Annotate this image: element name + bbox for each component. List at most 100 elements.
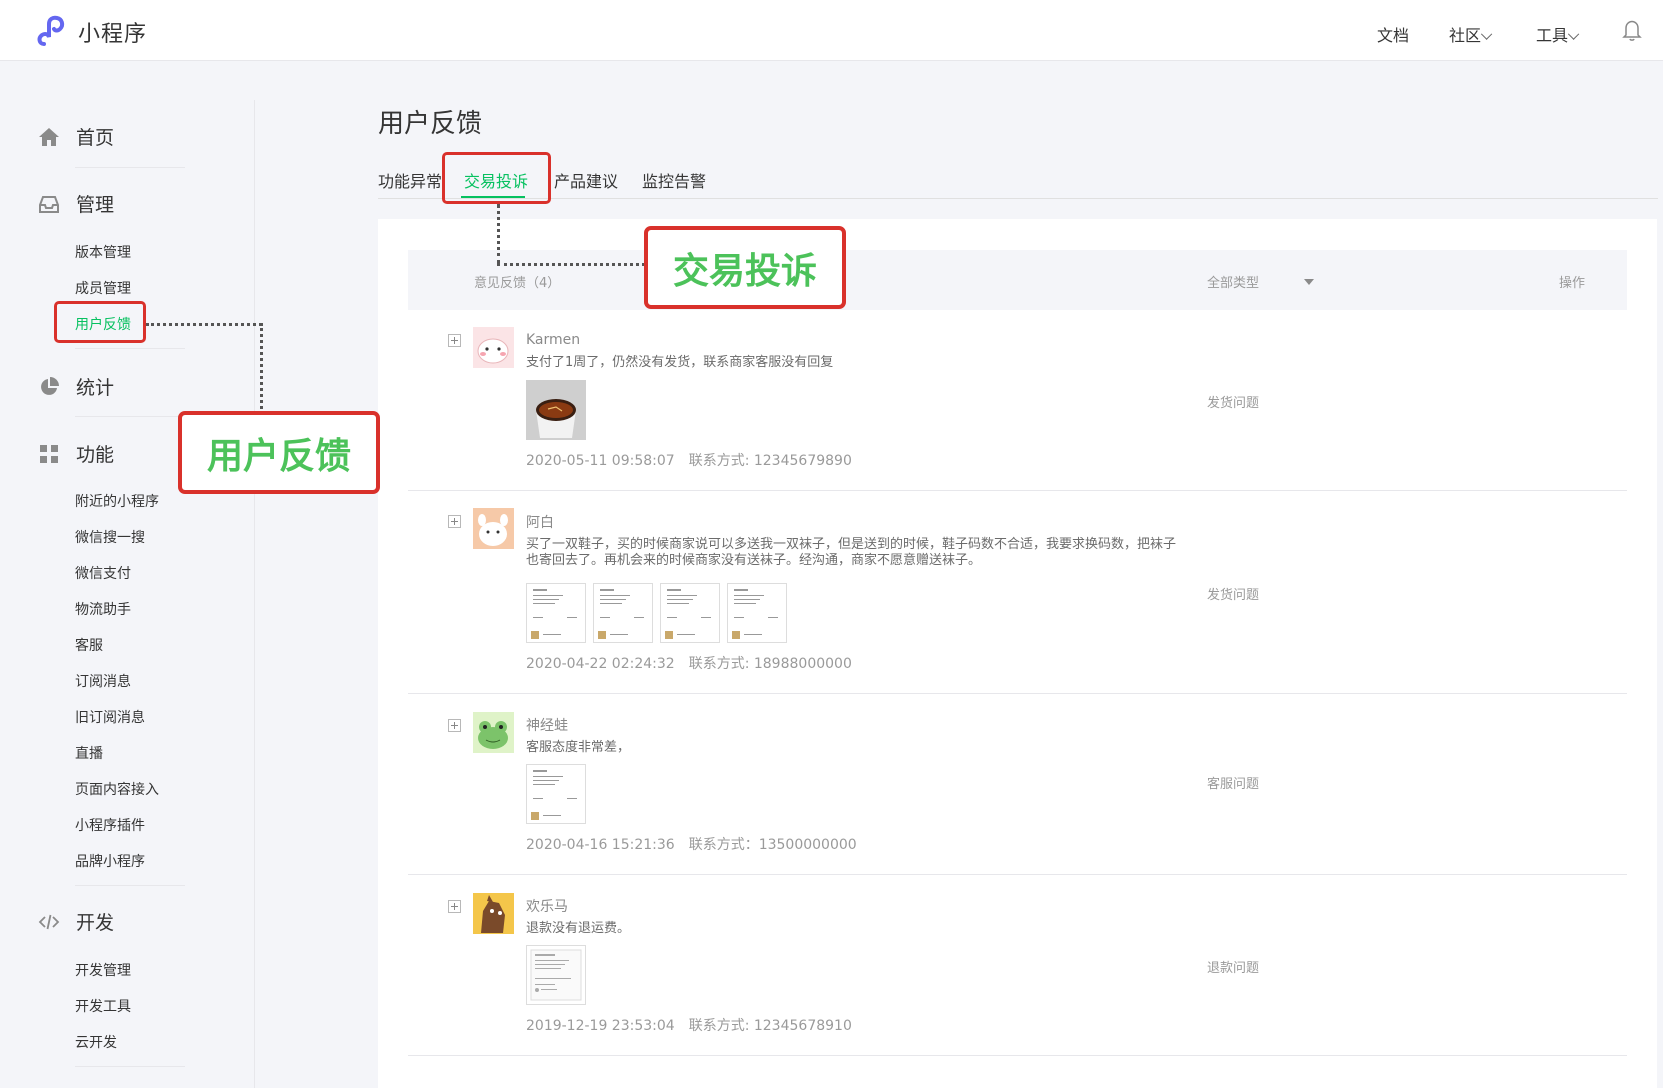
divider — [75, 167, 185, 168]
sidebar-item-home[interactable]: 首页 — [38, 123, 114, 150]
expand-icon[interactable] — [448, 719, 461, 732]
tea-photo-thumbnail[interactable] — [526, 380, 586, 440]
document-image — [732, 589, 778, 639]
nav-community[interactable]: 社区 — [1449, 22, 1493, 46]
callout-connector — [260, 323, 263, 409]
feedback-contact: 联系方式：13500000000 — [688, 837, 857, 853]
callout-highlight-tab — [442, 152, 551, 204]
feedback-contact: 联系方式: 12345678910 — [688, 1018, 852, 1034]
feedback-content: 客服态度非常差， — [526, 740, 631, 755]
page-title: 用户反馈 — [378, 109, 483, 139]
feedback-type: 退款问题 — [1207, 961, 1260, 976]
document-image — [531, 770, 577, 820]
sidebar-item-features[interactable]: 功能 — [38, 440, 114, 467]
chevron-down-icon — [1480, 28, 1493, 40]
row-divider — [408, 874, 1627, 875]
chevron-down-icon — [1567, 28, 1580, 40]
feedback-content: 买了一双鞋子，买的时候商家说可以多送我一双袜子，但是送到的时候，鞋子码数不合适，… — [526, 537, 1177, 568]
sidebar-item-dev-manage[interactable]: 开发管理 — [75, 960, 131, 980]
sidebar-item-cloud[interactable]: 云开发 — [75, 1032, 117, 1052]
screenshot-thumbnail[interactable] — [526, 583, 586, 643]
document-image — [531, 589, 577, 639]
callout-label-trade: 交易投诉 — [644, 226, 846, 309]
tea-cup-image — [526, 380, 586, 440]
screenshot-thumbnail[interactable] — [660, 583, 720, 643]
column-header-feedback: 意见反馈（4） — [474, 276, 561, 291]
expand-icon[interactable] — [448, 334, 461, 347]
callout-connector — [146, 323, 262, 326]
tab-function-error[interactable]: 功能异常 — [378, 168, 442, 192]
inbox-icon — [39, 195, 59, 213]
feedback-type: 发货问题 — [1207, 588, 1260, 603]
sidebar-label-stats: 统计 — [76, 377, 115, 399]
column-header-action: 操作 — [1559, 276, 1586, 291]
sidebar-item-members[interactable]: 成员管理 — [75, 278, 131, 298]
code-icon — [38, 914, 60, 929]
document-image — [530, 949, 582, 1001]
screenshot-thumbnail[interactable] — [727, 583, 787, 643]
table-header — [408, 250, 1627, 310]
sidebar-item-search[interactable]: 微信搜一搜 — [75, 527, 145, 547]
nav-tools[interactable]: 工具 — [1536, 22, 1580, 46]
sidebar-label-home: 首页 — [76, 127, 115, 149]
sidebar-item-logistics[interactable]: 物流助手 — [75, 599, 131, 619]
sidebar-item-dev-tools[interactable]: 开发工具 — [75, 996, 131, 1016]
miniprogram-logo-icon[interactable] — [36, 14, 70, 46]
sidebar-item-brand[interactable]: 品牌小程序 — [75, 851, 145, 871]
row-divider — [408, 490, 1627, 491]
row-divider — [408, 693, 1627, 694]
screenshot-thumbnail[interactable] — [526, 945, 586, 1005]
document-image — [598, 589, 644, 639]
home-icon — [39, 127, 59, 146]
screenshot-thumbnail[interactable] — [593, 583, 653, 643]
user-avatar-image — [481, 895, 505, 933]
expand-icon[interactable] — [448, 515, 461, 528]
avatar — [473, 508, 514, 549]
sidebar-label-features: 功能 — [76, 444, 115, 466]
feedback-contact: 联系方式: 12345679890 — [688, 453, 852, 469]
feedback-content: 退款没有退运费。 — [526, 921, 631, 936]
sidebar-item-page-content[interactable]: 页面内容接入 — [75, 779, 159, 799]
feedback-user: 欢乐马 — [526, 899, 568, 915]
divider — [75, 348, 185, 349]
screenshot-thumbnail[interactable] — [526, 764, 586, 824]
sidebar-item-dev[interactable]: 开发 — [38, 908, 114, 935]
sidebar-item-version[interactable]: 版本管理 — [75, 242, 131, 262]
sidebar-item-plugins[interactable]: 小程序插件 — [75, 815, 145, 835]
tab-product-suggestion[interactable]: 产品建议 — [554, 168, 618, 192]
feedback-meta: 2020-04-22 02:24:32 联系方式: 18988000000 — [526, 653, 852, 673]
caret-down-icon[interactable] — [1304, 279, 1314, 285]
feedback-time: 2020-04-16 15:21:36 — [526, 837, 675, 853]
feedback-meta: 2020-05-11 09:58:07 联系方式: 12345679890 — [526, 450, 852, 470]
feedback-time: 2020-05-11 09:58:07 — [526, 453, 675, 469]
sidebar-item-pay[interactable]: 微信支付 — [75, 563, 131, 583]
feedback-user: Karmen — [526, 332, 581, 348]
type-filter-dropdown[interactable]: 全部类型 — [1207, 272, 1259, 291]
user-avatar-image — [478, 514, 508, 546]
row-divider — [408, 1055, 1627, 1056]
app-title[interactable]: 小程序 — [78, 16, 147, 48]
sidebar-item-service[interactable]: 客服 — [75, 635, 103, 655]
expand-icon[interactable] — [448, 900, 461, 913]
feedback-user: 神经蛙 — [526, 718, 568, 734]
sidebar-item-nearby[interactable]: 附近的小程序 — [75, 491, 159, 511]
user-avatar-image — [478, 721, 508, 749]
sidebar-item-old-subscribe[interactable]: 旧订阅消息 — [75, 707, 145, 727]
feedback-meta: 2020-04-16 15:21:36 联系方式：13500000000 — [526, 834, 857, 854]
divider — [75, 885, 185, 886]
avatar — [473, 893, 514, 934]
sidebar-item-live[interactable]: 直播 — [75, 743, 103, 763]
sidebar-label-manage: 管理 — [76, 194, 115, 216]
bell-icon[interactable] — [1622, 18, 1642, 42]
nav-docs[interactable]: 文档 — [1377, 22, 1409, 46]
tab-monitor-alert[interactable]: 监控告警 — [642, 168, 706, 192]
sidebar-item-stats[interactable]: 统计 — [38, 373, 114, 400]
feedback-meta: 2019-12-19 23:53:04 联系方式: 12345678910 — [526, 1015, 852, 1035]
sidebar-label-dev: 开发 — [76, 912, 115, 934]
avatar — [473, 327, 514, 368]
callout-connector — [497, 263, 645, 266]
pie-chart-icon — [41, 376, 59, 395]
sidebar-divider — [254, 100, 255, 1088]
sidebar-item-subscribe[interactable]: 订阅消息 — [75, 671, 131, 691]
sidebar-item-manage[interactable]: 管理 — [38, 190, 114, 217]
